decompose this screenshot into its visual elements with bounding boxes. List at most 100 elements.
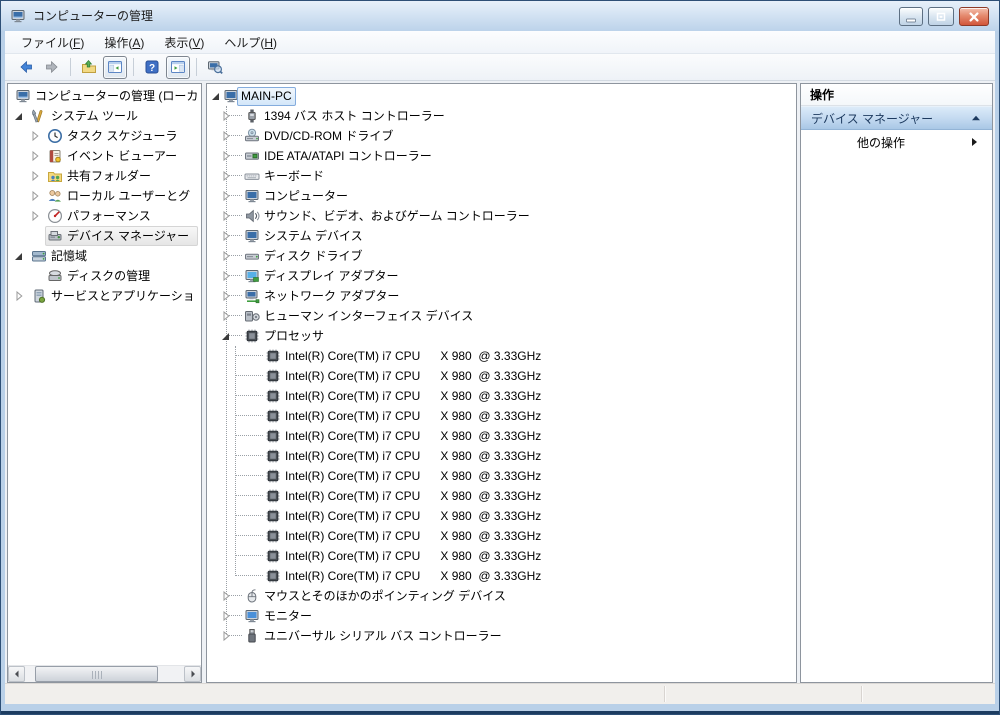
device-tree-item[interactable]: ユニバーサル シリアル バス コントローラー — [208, 626, 795, 646]
expander-collapsed-icon[interactable] — [27, 128, 43, 144]
forward-button[interactable] — [40, 56, 64, 79]
device-tree-item[interactable]: Intel(R) Core(TM) i7 CPU X 980 @ 3.33GHz — [208, 486, 795, 506]
help-button[interactable]: ? — [140, 56, 164, 79]
processor-icon — [265, 468, 281, 484]
horizontal-scrollbar[interactable] — [8, 665, 201, 682]
expander-collapsed-icon[interactable] — [218, 128, 234, 144]
action-pane-toggle-button[interactable] — [166, 55, 190, 79]
console-tree-item[interactable]: システム ツール — [9, 106, 200, 126]
device-tree-item[interactable]: プロセッサ — [208, 326, 795, 346]
console-tree-item[interactable]: 共有フォルダー — [9, 166, 200, 186]
scroll-right-button[interactable] — [184, 666, 201, 682]
device-tree-item[interactable]: Intel(R) Core(TM) i7 CPU X 980 @ 3.33GHz — [208, 506, 795, 526]
device-tree-item[interactable]: Intel(R) Core(TM) i7 CPU X 980 @ 3.33GHz — [208, 546, 795, 566]
scan-hardware-button[interactable] — [203, 56, 227, 79]
minimize-button[interactable] — [899, 7, 923, 26]
console-tree-item[interactable]: 記憶域 — [9, 246, 200, 266]
device-tree-item[interactable]: Intel(R) Core(TM) i7 CPU X 980 @ 3.33GHz — [208, 366, 795, 386]
expander-collapsed-icon[interactable] — [218, 588, 234, 604]
chevron-up-icon[interactable] — [968, 110, 984, 126]
expander-collapsed-icon[interactable] — [218, 248, 234, 264]
device-tree-item[interactable]: マウスとそのほかのポインティング デバイス — [208, 586, 795, 606]
device-tree-item[interactable]: 1394 バス ホスト コントローラー — [208, 106, 795, 126]
device-tree-item[interactable]: IDE ATA/ATAPI コントローラー — [208, 146, 795, 166]
menu-item-A[interactable]: 操作(A) — [94, 31, 154, 54]
back-button[interactable] — [14, 56, 38, 79]
scrollbar-grip — [91, 671, 102, 679]
expander-collapsed-icon[interactable] — [218, 268, 234, 284]
title-bar[interactable]: コンピューターの管理 — [1, 1, 999, 31]
tree-connector — [235, 515, 263, 516]
device-tree-item[interactable]: Intel(R) Core(TM) i7 CPU X 980 @ 3.33GHz — [208, 566, 795, 586]
tree-item-label: ユニバーサル シリアル バス コントローラー — [264, 629, 502, 643]
console-tree-item[interactable]: イベント ビューアー — [9, 146, 200, 166]
expander-expanded-icon[interactable] — [11, 248, 27, 264]
expander-expanded-icon[interactable] — [208, 88, 224, 104]
tree-item-label: コンピューターの管理 (ローカ — [35, 89, 199, 103]
tree-connector — [235, 435, 263, 436]
console-tree-item[interactable]: コンピューターの管理 (ローカ — [9, 86, 200, 106]
expander-collapsed-icon[interactable] — [218, 168, 234, 184]
console-tree-item[interactable]: パフォーマンス — [9, 206, 200, 226]
console-tree-item[interactable]: ローカル ユーザーとグ — [9, 186, 200, 206]
disk-drive-icon — [244, 248, 260, 264]
device-tree-item[interactable]: Intel(R) Core(TM) i7 CPU X 980 @ 3.33GHz — [208, 526, 795, 546]
device-tree-item[interactable]: MAIN-PC — [208, 86, 795, 106]
folder-up-icon — [81, 59, 97, 75]
device-tree-item[interactable]: キーボード — [208, 166, 795, 186]
expander-collapsed-icon[interactable] — [11, 288, 27, 304]
menu-item-V[interactable]: 表示(V) — [154, 31, 214, 54]
expander-collapsed-icon[interactable] — [27, 188, 43, 204]
console-tree: コンピューターの管理 (ローカシステム ツール タスク スケジューラ イベント ビュ… — [9, 86, 200, 680]
tree-connector — [235, 535, 263, 536]
expander-collapsed-icon[interactable] — [218, 148, 234, 164]
device-tree-item[interactable]: Intel(R) Core(TM) i7 CPU X 980 @ 3.33GHz — [208, 426, 795, 446]
expander-collapsed-icon[interactable] — [27, 208, 43, 224]
expander-expanded-icon[interactable] — [218, 328, 234, 344]
menu-item-H[interactable]: ヘルプ(H) — [214, 31, 287, 54]
device-tree-item[interactable]: Intel(R) Core(TM) i7 CPU X 980 @ 3.33GHz — [208, 446, 795, 466]
restore-button[interactable] — [928, 7, 954, 26]
console-tree-item[interactable]: サービスとアプリケーショ — [9, 286, 200, 306]
console-tree-item[interactable]: タスク スケジューラ — [9, 126, 200, 146]
expander-collapsed-icon[interactable] — [218, 188, 234, 204]
device-tree-item[interactable]: ヒューマン インターフェイス デバイス — [208, 306, 795, 326]
console-tree-item[interactable]: ディスクの管理 — [9, 266, 200, 286]
console-tree-item[interactable]: デバイス マネージャー — [9, 226, 200, 246]
expander-collapsed-icon[interactable] — [218, 228, 234, 244]
device-tree-item[interactable]: ディスク ドライブ — [208, 246, 795, 266]
tree-item-label: デバイス マネージャー — [67, 229, 190, 243]
device-tree-item[interactable]: Intel(R) Core(TM) i7 CPU X 980 @ 3.33GHz — [208, 346, 795, 366]
device-tree-item[interactable]: ネットワーク アダプター — [208, 286, 795, 306]
more-actions-item[interactable]: 他の操作 — [801, 130, 992, 154]
device-tree-item[interactable]: DVD/CD-ROM ドライブ — [208, 126, 795, 146]
monitor-icon — [244, 608, 260, 624]
computer-management-icon — [15, 88, 31, 104]
actions-group-header[interactable]: デバイス マネージャー — [801, 106, 992, 130]
scrollbar-thumb[interactable] — [35, 666, 158, 682]
device-tree-item[interactable]: コンピューター — [208, 186, 795, 206]
console-tree-toggle-button[interactable] — [103, 55, 127, 79]
close-button[interactable] — [959, 7, 989, 26]
expander-expanded-icon[interactable] — [11, 108, 27, 124]
device-tree-item[interactable]: サウンド、ビデオ、およびゲーム コントローラー — [208, 206, 795, 226]
device-tree-item[interactable]: Intel(R) Core(TM) i7 CPU X 980 @ 3.33GHz — [208, 406, 795, 426]
up-one-level-button[interactable] — [77, 56, 101, 79]
scroll-left-button[interactable] — [8, 666, 25, 682]
device-tree-item[interactable]: モニター — [208, 606, 795, 626]
scrollbar-track[interactable] — [25, 666, 184, 682]
device-tree-item[interactable]: システム デバイス — [208, 226, 795, 246]
device-tree-item[interactable]: Intel(R) Core(TM) i7 CPU X 980 @ 3.33GHz — [208, 386, 795, 406]
device-tree-item[interactable]: Intel(R) Core(TM) i7 CPU X 980 @ 3.33GHz — [208, 466, 795, 486]
tree-connector — [235, 415, 263, 416]
expander-collapsed-icon[interactable] — [218, 208, 234, 224]
expander-collapsed-icon[interactable] — [218, 108, 234, 124]
device-tree-item[interactable]: ディスプレイ アダプター — [208, 266, 795, 286]
menu-item-F[interactable]: ファイル(F) — [11, 31, 94, 54]
expander-collapsed-icon[interactable] — [27, 148, 43, 164]
expander-collapsed-icon[interactable] — [218, 288, 234, 304]
expander-collapsed-icon[interactable] — [27, 168, 43, 184]
expander-collapsed-icon[interactable] — [218, 308, 234, 324]
expander-collapsed-icon[interactable] — [218, 608, 234, 624]
expander-collapsed-icon[interactable] — [218, 628, 234, 644]
